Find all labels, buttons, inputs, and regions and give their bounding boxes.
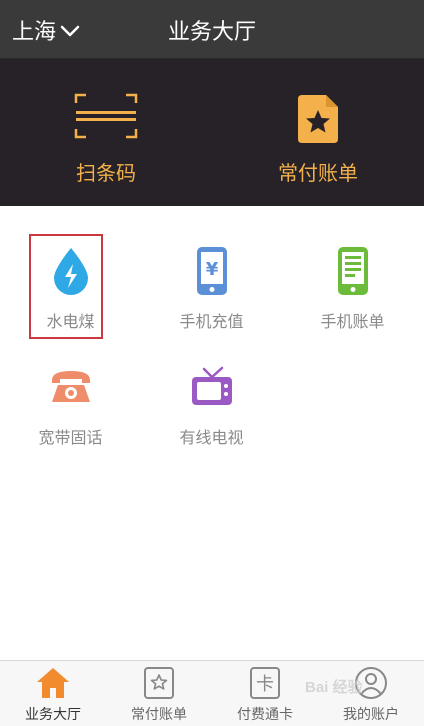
svg-text:¥: ¥ [205,259,218,280]
service-cable-tv[interactable]: 有线电视 [141,366,282,476]
watermark: Bai 经验 [305,679,363,696]
tv-icon [191,366,232,405]
service-mobile-recharge[interactable]: ¥ 手机充值 [141,246,282,356]
hero-panel: 扫条码 常付账单 [0,59,424,206]
phone-yen-icon: ¥ [196,247,227,295]
top-bar: 上海 业务大厅 [0,0,424,59]
card-icon: 卡 [250,667,280,699]
scan-label: 扫条码 [76,161,136,185]
service-label: 有线电视 [179,428,244,447]
tab-label: 我的账户 [343,707,399,723]
svg-text:卡: 卡 [256,674,274,695]
service-broadband[interactable]: 宽带固话 [0,368,141,478]
page-title: 业务大厅 [167,20,256,45]
tab-home[interactable]: 业务大厅 [0,661,106,726]
bills-label: 常付账单 [278,161,358,185]
tab-payment-card[interactable]: 卡 付费通卡 [212,661,318,726]
tab-label: 常付账单 [131,707,187,723]
barcode-scan-icon [74,93,138,139]
star-document-icon [144,667,174,699]
frequent-bills-button[interactable]: 常付账单 [212,59,424,206]
tab-label: 付费通卡 [237,707,293,723]
star-document-icon [298,95,338,143]
highlight-frame [29,234,103,339]
tab-label: 业务大厅 [25,707,81,723]
scan-barcode-button[interactable]: 扫条码 [0,59,212,206]
service-label: 手机账单 [320,312,385,331]
service-label: 宽带固话 [38,428,103,447]
service-label: 手机充值 [179,312,244,331]
service-mobile-bill[interactable]: 手机账单 [282,246,423,356]
telephone-icon [51,371,90,402]
home-icon [37,668,69,698]
phone-document-icon [337,247,368,295]
tab-frequent-bills[interactable]: 常付账单 [106,661,212,726]
